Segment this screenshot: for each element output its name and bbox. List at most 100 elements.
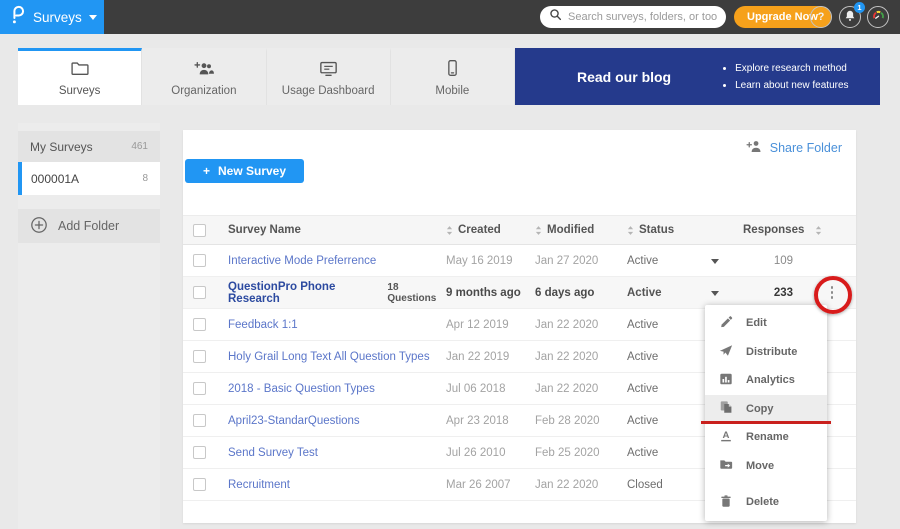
tab-surveys[interactable]: Surveys [18,48,142,105]
mobile-icon [446,59,459,80]
row-checkbox[interactable] [193,350,206,363]
question-count-badge: 18 Questions [387,282,446,304]
sort-icon[interactable] [815,225,822,236]
product-switcher[interactable]: Surveys [0,0,104,34]
banner-title: Read our blog [577,69,671,85]
share-folder-button[interactable]: Share Folder [745,139,842,156]
status-value: Active [627,383,658,395]
tab-usage-dashboard[interactable]: Usage Dashboard [267,48,391,105]
share-folder-label: Share Folder [770,141,842,155]
created-cell: Apr 12 2019 [446,319,535,331]
folder-count: 8 [142,173,148,184]
row-checkbox[interactable] [193,318,206,331]
survey-name-link[interactable]: Feedback 1:1 [228,319,298,331]
help-button[interactable]: ? [810,6,832,28]
notification-badge: 1 [854,2,865,13]
menu-label: Delete [746,496,779,508]
sort-icon[interactable] [446,225,453,236]
menu-item-analytics[interactable]: Analytics [705,366,827,395]
paper-plane-icon [719,343,733,360]
status-value: Active [627,351,658,363]
header-created[interactable]: Created [446,224,535,236]
header-label: Responses [743,224,804,236]
survey-name-link[interactable]: Interactive Mode Preferrence [228,255,376,267]
usage-meter-button[interactable] [867,6,889,28]
gauge-icon [871,8,886,26]
main-tabs: Surveys Organization Usage Dashboard [18,48,515,105]
menu-label: Copy [746,403,774,415]
menu-item-rename[interactable]: A Rename [705,423,827,452]
folder-count: 461 [131,141,148,152]
created-cell: May 16 2019 [446,255,535,267]
menu-label: Move [746,460,774,472]
tab-label: Surveys [59,85,101,97]
tab-label: Mobile [435,85,469,97]
header-modified[interactable]: Modified [535,224,627,236]
status-value: Active [627,415,658,427]
status-value: Active [627,447,658,459]
brand-menu-label: Surveys [33,10,82,25]
move-folder-icon [719,457,733,474]
menu-item-edit[interactable]: Edit [705,309,827,338]
tab-mobile[interactable]: Mobile [391,48,515,105]
status-dropdown-caret[interactable] [711,259,719,264]
notifications-button[interactable]: 1 [839,6,861,28]
banner-bullet: Explore research method [735,60,848,77]
menu-item-move[interactable]: Move [705,452,827,481]
tab-label: Usage Dashboard [282,85,375,97]
modified-cell: 6 days ago [535,287,627,299]
header-label: Survey Name [228,224,301,236]
tab-organization[interactable]: Organization [142,48,266,105]
survey-name-link[interactable]: 2018 - Basic Question Types [228,383,375,395]
status-value: Active [627,255,658,267]
sort-icon[interactable] [627,225,634,236]
plus-sign: + [203,164,210,178]
row-checkbox[interactable] [193,478,206,491]
add-folder-button[interactable]: Add Folder [18,209,160,243]
header-label: Modified [547,224,594,236]
modified-cell: Jan 22 2020 [535,351,627,363]
created-cell: Jan 22 2019 [446,351,535,363]
select-all-checkbox[interactable] [193,224,206,237]
search-input[interactable] [568,11,717,23]
row-checkbox[interactable] [193,254,206,267]
responses-cell: 233 [743,287,808,299]
menu-label: Analytics [746,374,795,386]
blog-banner[interactable]: Read our blog Explore research method Le… [515,48,880,105]
status-value: Active [627,287,662,299]
sidebar-item-000001A[interactable]: 000001A 8 [18,162,160,195]
sort-icon[interactable] [535,225,542,236]
status-dropdown-caret[interactable] [711,291,719,296]
menu-item-delete[interactable]: Delete [705,488,827,517]
survey-name-link[interactable]: April23-StandarQuestions [228,415,360,427]
question-mark-icon: ? [818,11,825,23]
row-context-menu: Edit Distribute Analytics [705,305,827,521]
row-checkbox[interactable] [193,286,206,299]
row-checkbox[interactable] [193,414,206,427]
menu-item-distribute[interactable]: Distribute [705,338,827,367]
sidebar-item-my-surveys[interactable]: My Surveys 461 [18,131,160,162]
copy-highlight-underline-annotation [701,421,831,424]
questionpro-logo-icon [9,4,26,30]
folder-icon [70,60,90,80]
bar-chart-icon [719,372,733,389]
survey-name-link[interactable]: Recruitment [228,479,290,491]
survey-name-link[interactable]: Send Survey Test [228,447,318,459]
row-checkbox[interactable] [193,446,206,459]
table-header-row: Survey Name Created Modified Status Resp… [183,215,856,245]
survey-name-link[interactable]: Holy Grail Long Text All Question Types [228,351,430,363]
tab-label: Organization [171,85,236,97]
header-status[interactable]: Status [627,224,743,236]
pencil-icon [719,315,733,332]
header-survey-name[interactable]: Survey Name [219,224,446,236]
menu-label: Distribute [746,346,797,358]
modified-cell: Feb 28 2020 [535,415,627,427]
header-label: Created [458,224,501,236]
row-checkbox[interactable] [193,382,206,395]
header-responses[interactable]: Responses [743,224,808,236]
survey-name-link[interactable]: QuestionPro Phone Research [228,281,379,305]
modified-cell: Feb 25 2020 [535,447,627,459]
menu-item-copy[interactable]: Copy [705,395,827,424]
status-value: Closed [627,479,663,491]
new-survey-button[interactable]: + New Survey [185,159,304,183]
